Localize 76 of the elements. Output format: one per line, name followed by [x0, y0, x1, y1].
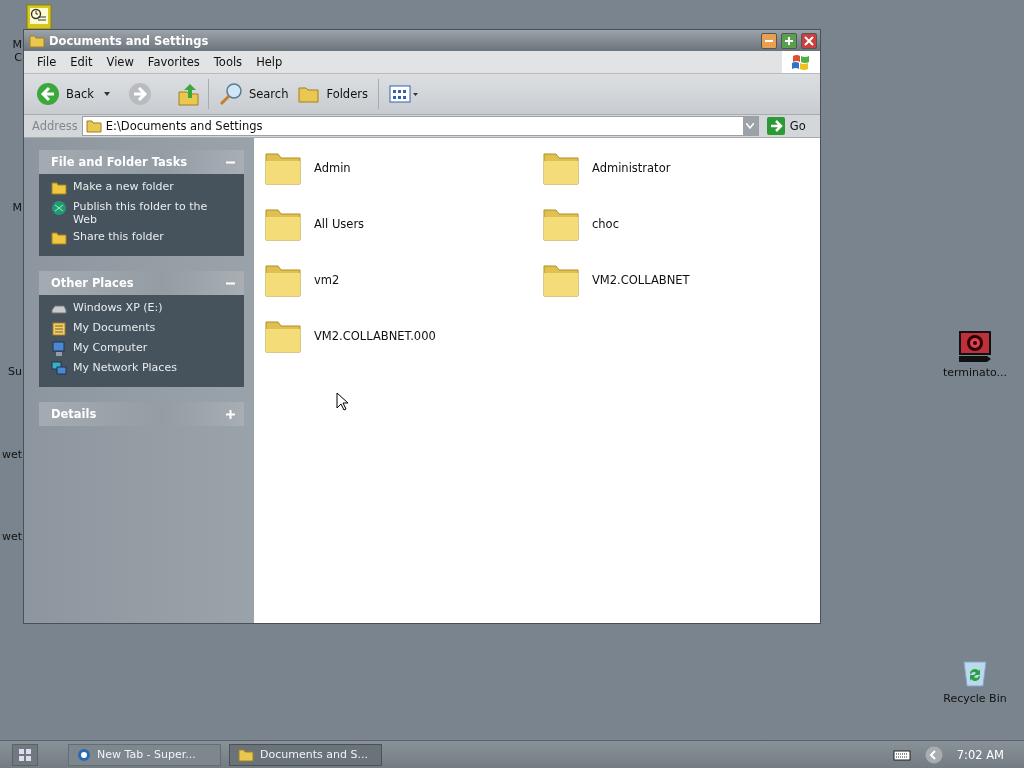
plus-icon	[784, 35, 794, 46]
close-button[interactable]	[801, 32, 817, 49]
folder-icon[interactable]	[51, 230, 67, 246]
folder-icon[interactable]	[542, 150, 580, 186]
task-link[interactable]: My Computer	[73, 341, 148, 354]
menu-item[interactable]: Favorites	[140, 55, 207, 69]
folder-name[interactable]: Administrator	[592, 161, 671, 175]
recycle-bin-icon[interactable]	[960, 658, 990, 688]
documents-icon[interactable]	[51, 321, 67, 337]
desktop-icon-label[interactable]: Recycle Bin	[943, 692, 1007, 705]
folder-name[interactable]: choc	[592, 217, 619, 231]
folder-icon	[29, 32, 45, 49]
desktop-icon-label: M	[12, 38, 22, 51]
start-button[interactable]	[12, 743, 38, 766]
keyboard-icon[interactable]	[892, 748, 911, 761]
computer-icon[interactable]	[51, 341, 67, 357]
menu-item[interactable]: Tools	[206, 55, 250, 69]
video-file-icon[interactable]	[958, 330, 992, 362]
folder-up-icon[interactable]	[177, 82, 200, 106]
search-icon	[218, 82, 243, 106]
grid-icon	[19, 748, 31, 761]
clock: 7:02 AM	[956, 747, 1004, 762]
taskbar-button[interactable]: Documents and S...	[229, 743, 382, 766]
desktop-icon-label[interactable]: terminato...	[942, 366, 1008, 379]
task-link[interactable]: My Documents	[73, 321, 156, 334]
views-button[interactable]	[386, 83, 421, 105]
maximize-button[interactable]	[781, 32, 797, 49]
desktop-icon-label: C	[14, 51, 22, 64]
task-link[interactable]: Windows XP (E:)	[73, 301, 163, 314]
mouse-cursor-icon	[336, 392, 348, 411]
folder-name[interactable]: VM2.COLLABNET	[592, 273, 690, 287]
go-button[interactable]: Go	[762, 117, 810, 135]
address-field[interactable]: E:\Documents and Settings	[81, 116, 759, 136]
folder-icon[interactable]	[264, 206, 302, 242]
desktop-icon-label: wet	[1, 448, 22, 461]
menu-item[interactable]: View	[99, 55, 141, 69]
window-title: Documents and Settings	[49, 33, 209, 48]
globe-icon[interactable]	[51, 200, 67, 216]
back-button[interactable]: Back	[34, 80, 96, 108]
flag-logo-icon	[791, 53, 811, 71]
search-button[interactable]: Search	[216, 80, 291, 108]
desktop-icon-label: Su	[8, 365, 22, 378]
task-link[interactable]: Publish this folder to the Web	[73, 200, 223, 226]
menu-item[interactable]: File	[30, 55, 64, 69]
menu-item[interactable]: Edit	[63, 55, 100, 69]
folder-icon[interactable]	[51, 180, 67, 196]
folder-name[interactable]: Admin	[314, 161, 351, 175]
folder-name[interactable]: VM2.COLLABNET.000	[314, 329, 436, 343]
caret-icon[interactable]	[103, 92, 110, 96]
desktop-icon-label: M	[12, 201, 22, 214]
menu-item[interactable]: Help	[249, 55, 290, 69]
folder-icon	[238, 747, 254, 762]
task-link[interactable]: Share this folder	[73, 230, 164, 243]
minimize-button[interactable]	[761, 32, 777, 49]
expand-toggle-icon[interactable]	[226, 409, 235, 419]
desktop-icon-label: wet	[1, 530, 22, 543]
folder-name[interactable]: vm2	[314, 273, 340, 287]
folder-name[interactable]: All Users	[314, 217, 365, 231]
show-hidden-icons-icon[interactable]	[924, 745, 943, 764]
address-label: Address	[32, 119, 78, 133]
calendar-icon[interactable]	[26, 4, 52, 30]
folder-icon[interactable]	[264, 262, 302, 298]
folder-icon[interactable]	[542, 206, 580, 242]
folder-icon	[298, 84, 321, 104]
task-link[interactable]: Make a new folder	[73, 180, 174, 193]
task-link[interactable]: My Network Places	[73, 361, 177, 374]
folder-icon[interactable]	[264, 318, 302, 354]
icon-grid-icon	[388, 85, 419, 103]
folder-icon[interactable]	[264, 150, 302, 186]
folder-icon[interactable]	[542, 262, 580, 298]
browser-icon	[77, 747, 91, 762]
close-icon	[804, 35, 814, 46]
folders-button[interactable]: Folders	[296, 82, 370, 106]
network-icon[interactable]	[51, 361, 67, 377]
folder-icon	[85, 119, 102, 133]
go-arrow-icon	[766, 117, 785, 135]
